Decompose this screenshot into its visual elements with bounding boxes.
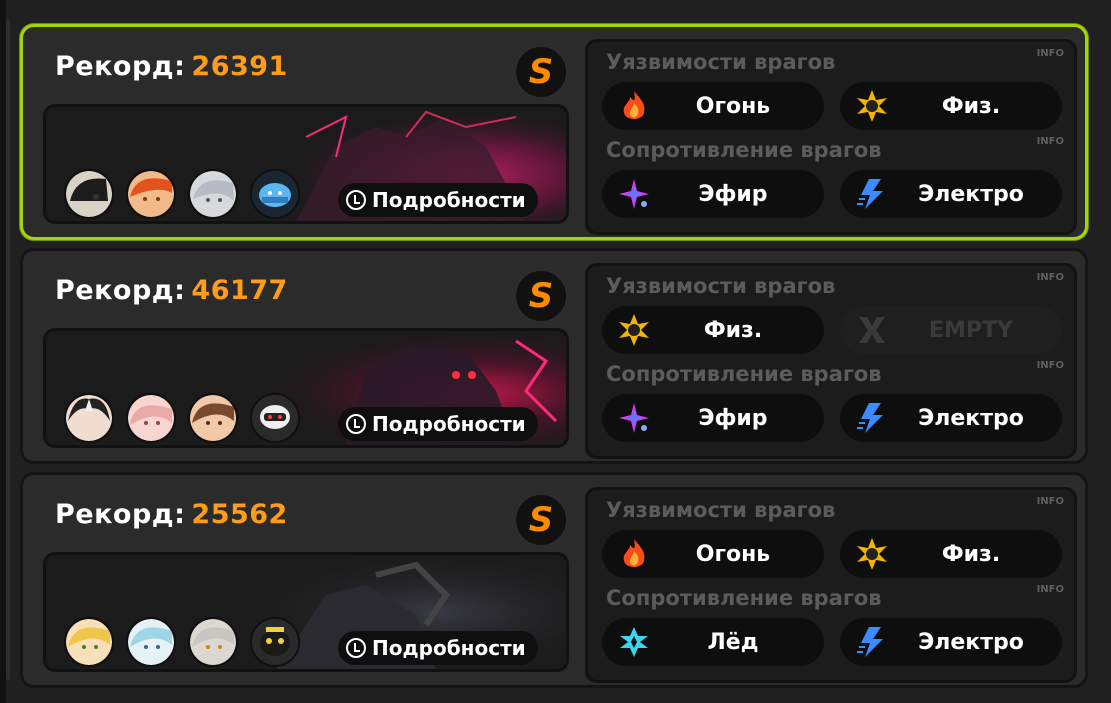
info-tag[interactable]: INFO — [1037, 496, 1064, 507]
electric-icon — [854, 176, 890, 212]
element-name: Электро — [918, 405, 1024, 431]
info-tag[interactable]: INFO — [1037, 48, 1064, 59]
record-label: Рекорд: — [55, 51, 186, 82]
bangboo-avatar[interactable] — [250, 169, 300, 219]
record-value: 26391 — [191, 51, 288, 82]
electric-icon — [854, 400, 890, 436]
bangboo-avatar[interactable] — [250, 617, 300, 667]
weakness-pill: Физ. — [602, 306, 824, 354]
rank-badge: S — [514, 45, 568, 99]
details-label: Подробности — [372, 188, 526, 212]
resistance-pill: Эфир — [602, 394, 824, 442]
scroll-track[interactable] — [6, 20, 10, 680]
resistance-pill: Электро — [840, 394, 1062, 442]
element-name: Электро — [918, 629, 1024, 655]
weakness-pill: Физ. — [840, 530, 1062, 578]
team-avatars — [64, 393, 300, 443]
bangboo-avatar[interactable] — [250, 393, 300, 443]
weakness-title: Уязвимости врагов — [606, 274, 836, 298]
clock-icon — [346, 414, 366, 434]
empty-x-icon — [854, 312, 890, 348]
record-label: Рекорд: — [55, 499, 186, 530]
details-button[interactable]: Подробности — [338, 183, 538, 217]
element-name: Эфир — [698, 181, 768, 207]
resistance-pill: Электро — [840, 170, 1062, 218]
enemy-info-panel: Уязвимости врагов INFO Огонь Физ. Сопрот… — [585, 39, 1077, 235]
record: Рекорд: 46177 — [55, 275, 288, 306]
element-name: Лёд — [707, 629, 759, 655]
resistance-pill: Электро — [840, 618, 1062, 666]
enemy-info-panel: Уязвимости врагов INFO Огонь Физ. Сопрот… — [585, 487, 1077, 683]
team-panel: Подробности — [43, 552, 569, 672]
element-name: Огонь — [695, 93, 771, 119]
team-avatars — [64, 169, 300, 219]
stage-card-3[interactable]: Рекорд: 25562 S Подробности Уязвимости в… — [20, 472, 1088, 688]
agent-avatar[interactable] — [188, 169, 238, 219]
clock-icon — [346, 190, 366, 210]
weakness-pill: Физ. — [840, 82, 1062, 130]
element-name: Физ. — [941, 541, 1001, 567]
agent-avatar[interactable] — [188, 617, 238, 667]
info-tag[interactable]: INFO — [1037, 136, 1064, 147]
team-panel: Подробности — [43, 104, 569, 224]
rank-letter: S — [528, 276, 554, 316]
record-label: Рекорд: — [55, 275, 186, 306]
weakness-title: Уязвимости врагов — [606, 50, 836, 74]
fire-icon — [616, 536, 652, 572]
resistance-title: Сопротивление врагов — [606, 586, 882, 610]
ice-icon — [616, 624, 652, 660]
element-name: Физ. — [703, 317, 763, 343]
rank-letter: S — [528, 500, 554, 540]
record-value: 25562 — [191, 499, 288, 530]
element-name: Эфир — [698, 405, 768, 431]
agent-avatar[interactable] — [64, 169, 114, 219]
details-button[interactable]: Подробности — [338, 407, 538, 441]
element-name: Электро — [918, 181, 1024, 207]
weakness-pill: Огонь — [602, 82, 824, 130]
ether-icon — [616, 400, 652, 436]
resistance-pill: Лёд — [602, 618, 824, 666]
physical-icon — [854, 536, 890, 572]
weakness-title: Уязвимости врагов — [606, 498, 836, 522]
details-label: Подробности — [372, 636, 526, 660]
weakness-pill: Огонь — [602, 530, 824, 578]
agent-avatar[interactable] — [64, 393, 114, 443]
stage-card-1[interactable]: Рекорд: 26391 S Подробности Уязвимости в… — [20, 24, 1088, 240]
record: Рекорд: 26391 — [55, 51, 288, 82]
team-panel: Подробности — [43, 328, 569, 448]
info-tag[interactable]: INFO — [1037, 360, 1064, 371]
agent-avatar[interactable] — [188, 393, 238, 443]
stage-card-2[interactable]: Рекорд: 46177 S Подробности Уязвимости в… — [20, 248, 1088, 464]
rank-badge: S — [514, 493, 568, 547]
electric-icon — [854, 624, 890, 660]
enemy-info-panel: Уязвимости врагов INFO Физ. EMPTY Сопрот… — [585, 263, 1077, 459]
clock-icon — [346, 638, 366, 658]
details-button[interactable]: Подробности — [338, 631, 538, 665]
element-name: EMPTY — [929, 317, 1013, 343]
team-avatars — [64, 617, 300, 667]
details-label: Подробности — [372, 412, 526, 436]
fire-icon — [616, 88, 652, 124]
ether-icon — [616, 176, 652, 212]
agent-avatar[interactable] — [126, 393, 176, 443]
element-name: Физ. — [941, 93, 1001, 119]
rank-letter: S — [528, 52, 554, 92]
rank-badge: S — [514, 269, 568, 323]
weakness-pill-empty: EMPTY — [840, 306, 1062, 354]
agent-avatar[interactable] — [64, 617, 114, 667]
agent-avatar[interactable] — [126, 169, 176, 219]
resistance-title: Сопротивление врагов — [606, 362, 882, 386]
resistance-pill: Эфир — [602, 170, 824, 218]
info-tag[interactable]: INFO — [1037, 272, 1064, 283]
agent-avatar[interactable] — [126, 617, 176, 667]
info-tag[interactable]: INFO — [1037, 584, 1064, 595]
record: Рекорд: 25562 — [55, 499, 288, 530]
resistance-title: Сопротивление врагов — [606, 138, 882, 162]
physical-icon — [616, 312, 652, 348]
record-value: 46177 — [191, 275, 288, 306]
physical-icon — [854, 88, 890, 124]
element-name: Огонь — [695, 541, 771, 567]
